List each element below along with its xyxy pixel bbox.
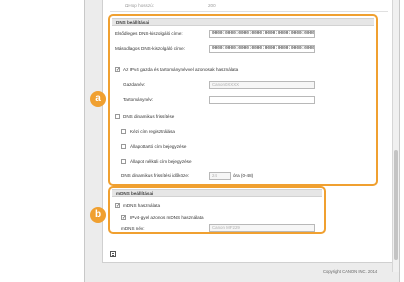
badge-a: a: [90, 91, 106, 107]
primary-dns-input[interactable]: 0000:0000:0000:0000:0000:0000:0000:0000: [209, 30, 315, 38]
update-interval-input[interactable]: 24: [209, 172, 231, 180]
divider: [110, 11, 388, 12]
mdns-name-input[interactable]: Canon MF229: [209, 224, 315, 232]
scrollbar-thumb[interactable]: [394, 150, 398, 260]
mdns-name-label: mDNS név:: [121, 226, 145, 231]
badge-b: b: [90, 207, 106, 223]
page-top-icon[interactable]: [110, 251, 116, 257]
hop-limit-label: ΩHop hosszú:: [125, 3, 154, 8]
stateful-address-label: Állapottartó cím bejegyzése: [130, 144, 187, 149]
vertical-scrollbar[interactable]: [392, 0, 399, 272]
domain-name-input[interactable]: [209, 96, 315, 104]
domain-name-label: Tartománynév:: [123, 97, 154, 102]
host-name-input[interactable]: Canon0XXXX: [209, 81, 315, 89]
mdns-section-header: mDNS beállításai: [112, 189, 322, 197]
mdns-use-checkbox[interactable]: ✓: [115, 203, 120, 209]
mdns-use-label: mDNS használata: [123, 203, 161, 208]
mdns-same-ipv4-checkbox[interactable]: ✓: [121, 215, 126, 221]
secondary-dns-label: Másodlagos DNS-kiszolgáló címe:: [115, 46, 185, 51]
stateful-address-checkbox[interactable]: [121, 144, 126, 149]
footer-divider: [102, 262, 392, 263]
dynamic-update-label: DNS dinamikus frissítése: [123, 114, 175, 119]
primary-dns-label: Elsődleges DNS-kiszolgáló címe:: [115, 31, 183, 36]
dns-section-header: DNS beállításai: [112, 18, 374, 26]
host-name-label: Gazdanév:: [123, 82, 146, 87]
stateless-address-checkbox[interactable]: [121, 159, 126, 164]
hop-limit-value: 200: [208, 3, 216, 8]
stateless-address-label: Állapot nélküli cím bejegyzése: [130, 159, 192, 164]
update-interval-label: DNS dinamikus frissítési időköze:: [121, 173, 190, 178]
manual-registration-label: Kézi cím regisztrálása: [130, 129, 175, 134]
same-host-checkbox[interactable]: ✓: [115, 67, 120, 73]
dynamic-update-checkbox[interactable]: [115, 114, 120, 119]
manual-registration-checkbox[interactable]: [121, 129, 126, 134]
secondary-dns-input[interactable]: 0000:0000:0000:0000:0000:0000:0000:0000: [209, 45, 315, 53]
copyright-text: Copyright CANON INC. 2014: [323, 269, 378, 274]
update-interval-unit: óra (0-48): [233, 173, 254, 178]
same-host-label: Az IPv4 gazda és tartománynévvel azonosa…: [123, 67, 239, 72]
mdns-same-ipv4-label: IPv4-gyel azonos mDNS használata: [130, 215, 204, 220]
